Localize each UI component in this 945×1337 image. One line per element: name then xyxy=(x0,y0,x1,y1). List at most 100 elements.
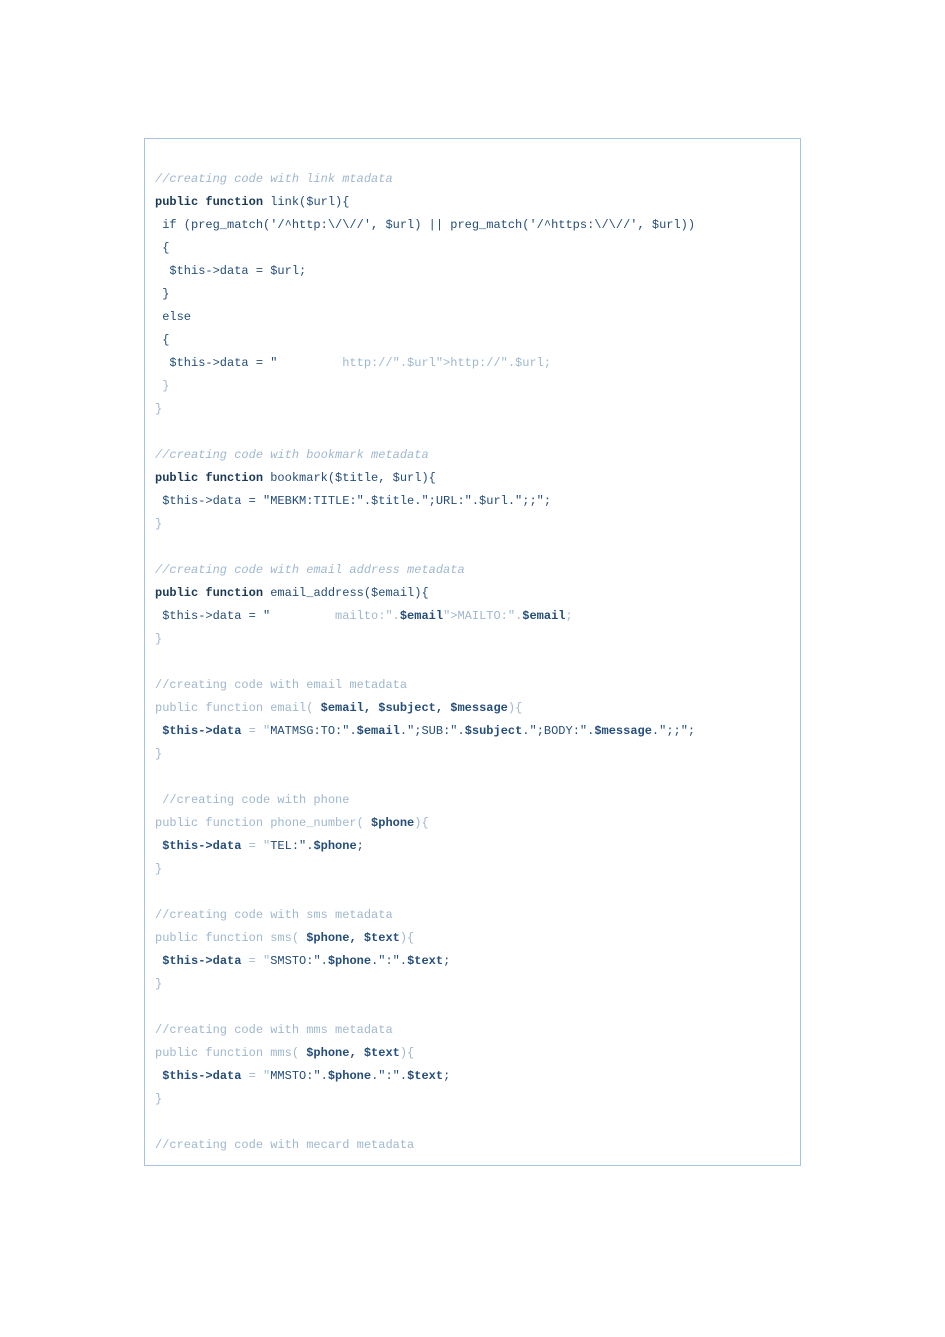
code-token: //creating code with email metadata xyxy=(155,678,407,692)
code-line: $this->data = "MATMSG:TO:".$email.";SUB:… xyxy=(155,720,790,743)
code-token: //creating code with mecard metadata xyxy=(155,1138,414,1152)
code-line: $this->data = " mailto:".$email">MAILTO:… xyxy=(155,605,790,628)
code-line xyxy=(155,421,790,444)
code-token: .":". xyxy=(371,954,407,968)
code-token: } xyxy=(155,379,169,393)
code-token: mailto:". xyxy=(270,609,400,623)
code-line: //creating code with mecard metadata xyxy=(155,1134,790,1157)
code-token: .";SUB:". xyxy=(400,724,465,738)
code-line xyxy=(155,651,790,674)
code-line: $this->data = $url; xyxy=(155,260,790,283)
code-token: email_address($email){ xyxy=(263,586,429,600)
code-token: = " xyxy=(241,724,270,738)
code-token: //creating code with mms metadata xyxy=(155,1023,393,1037)
code-line xyxy=(155,766,790,789)
code-line xyxy=(155,1111,790,1134)
code-token: MMSTO:". xyxy=(270,1069,328,1083)
code-line: public function email( $email, $subject,… xyxy=(155,697,790,720)
code-token: ; xyxy=(566,609,573,623)
code-line: if (preg_match('/^http:\/\//', $url) || … xyxy=(155,214,790,237)
code-token: ){ xyxy=(508,701,522,715)
code-token: $phone xyxy=(313,839,356,853)
code-token: $this->data = " xyxy=(155,609,270,623)
code-token: } xyxy=(155,1092,162,1106)
code-line: public function sms( $phone, $text){ xyxy=(155,927,790,950)
code-line: } xyxy=(155,283,790,306)
code-token: //creating code with sms metadata xyxy=(155,908,393,922)
code-token: SMSTO:". xyxy=(270,954,328,968)
code-line: $this->data = " http://".$url">http://".… xyxy=(155,352,790,375)
code-block: //creating code with link mtadatapublic … xyxy=(144,138,801,1166)
code-token: $subject xyxy=(465,724,523,738)
code-line: $this->data = "MEBKM:TITLE:".$title.";UR… xyxy=(155,490,790,513)
code-line: } xyxy=(155,858,790,881)
code-line: //creating code with bookmark metadata xyxy=(155,444,790,467)
code-token: if (preg_match('/^http:\/\//', $url) || … xyxy=(155,218,695,232)
code-line: } xyxy=(155,513,790,536)
code-token: $this->data = $url; xyxy=(155,264,306,278)
code-token: public function mms( xyxy=(155,1046,306,1060)
code-token: public function xyxy=(155,586,263,600)
code-line: //creating code with mms metadata xyxy=(155,1019,790,1042)
code-token: $email xyxy=(400,609,443,623)
code-token: TEL:". xyxy=(270,839,313,853)
code-token: { xyxy=(155,241,169,255)
code-line: public function phone_number( $phone){ xyxy=(155,812,790,835)
code-token: ){ xyxy=(414,816,428,830)
code-line: public function email_address($email){ xyxy=(155,582,790,605)
code-line: //creating code with link mtadata xyxy=(155,168,790,191)
code-token: public function email( xyxy=(155,701,321,715)
code-token: public function phone_number( xyxy=(155,816,371,830)
code-token: $this->data = " xyxy=(155,356,277,370)
code-token: $this->data xyxy=(162,1069,241,1083)
code-line: $this->data = "MMSTO:".$phone.":".$text; xyxy=(155,1065,790,1088)
code-token: //creating code with email address metad… xyxy=(155,563,465,577)
code-line: } xyxy=(155,398,790,421)
code-token: { xyxy=(155,333,169,347)
code-token: ">MAILTO:". xyxy=(443,609,522,623)
code-line: { xyxy=(155,237,790,260)
code-token: $this->data = "MEBKM:TITLE:".$title.";UR… xyxy=(155,494,551,508)
code-token: $email, $subject, $message xyxy=(321,701,508,715)
code-token: bookmark($title, $url){ xyxy=(263,471,436,485)
code-token: MATMSG:TO:". xyxy=(270,724,356,738)
code-token: } xyxy=(155,747,162,761)
code-token: .":". xyxy=(371,1069,407,1083)
code-token: public function sms( xyxy=(155,931,306,945)
code-token: } xyxy=(155,517,162,531)
code-token: public function xyxy=(155,471,263,485)
code-token: link($url){ xyxy=(263,195,349,209)
code-line: } xyxy=(155,628,790,651)
code-token: $phone, $text xyxy=(306,931,400,945)
code-token: } xyxy=(155,862,162,876)
code-token: $phone xyxy=(371,816,414,830)
code-token: $message xyxy=(594,724,652,738)
code-token: http://".$url">http://".$url; xyxy=(277,356,551,370)
code-token: $this->data xyxy=(162,724,241,738)
code-token: $email xyxy=(357,724,400,738)
code-line: //creating code with email metadata xyxy=(155,674,790,697)
code-token: $text xyxy=(407,954,443,968)
code-token: } xyxy=(155,402,162,416)
code-token: .";;"; xyxy=(652,724,695,738)
code-token: $phone xyxy=(328,1069,371,1083)
code-line: //creating code with phone xyxy=(155,789,790,812)
code-line xyxy=(155,145,790,168)
code-token: $phone xyxy=(328,954,371,968)
code-line: { xyxy=(155,329,790,352)
code-token: //creating code with phone xyxy=(155,793,349,807)
code-token: $this->data xyxy=(162,839,241,853)
code-token: ; xyxy=(357,839,364,853)
code-token: = " xyxy=(241,1069,270,1083)
code-token: = " xyxy=(241,839,270,853)
code-token: = " xyxy=(241,954,270,968)
code-token: ; xyxy=(443,954,450,968)
code-token: $phone, $text xyxy=(306,1046,400,1060)
code-line: public function link($url){ xyxy=(155,191,790,214)
code-line: $this->data = "TEL:".$phone; xyxy=(155,835,790,858)
code-line: } xyxy=(155,743,790,766)
code-token: //creating code with bookmark metadata xyxy=(155,448,429,462)
code-line: public function mms( $phone, $text){ xyxy=(155,1042,790,1065)
code-line: } xyxy=(155,1088,790,1111)
code-token: $text xyxy=(407,1069,443,1083)
